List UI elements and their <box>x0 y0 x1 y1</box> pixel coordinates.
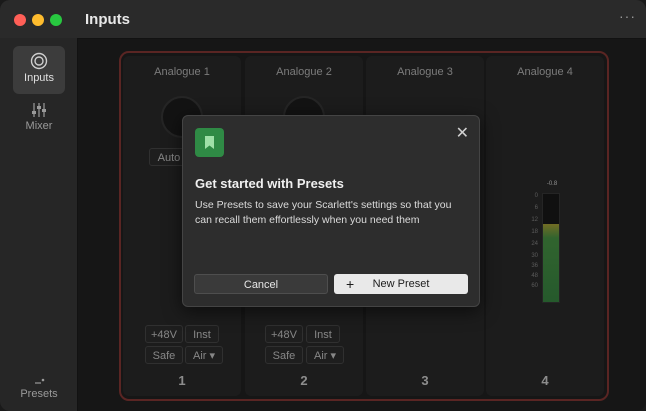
inputs-icon <box>30 52 48 70</box>
sidebar-item-label: Inputs <box>24 72 54 84</box>
app-window: Inputs ··· Inputs Mixer Presets Analogue… <box>0 0 646 411</box>
page-title: Inputs <box>85 11 130 28</box>
sidebar-item-label: Presets <box>20 388 58 400</box>
minimize-window-button[interactable] <box>32 14 44 26</box>
new-preset-label: New Preset <box>372 278 430 290</box>
sidebar-item-inputs[interactable]: Inputs <box>13 46 65 94</box>
mixer-icon <box>32 103 46 117</box>
zoom-window-button[interactable] <box>50 14 62 26</box>
sidebar-item-presets[interactable]: Presets <box>13 370 65 410</box>
new-preset-button[interactable]: + New Preset <box>334 274 468 294</box>
presets-dialog: ✕ Get started with Presets Use Presets t… <box>182 115 480 307</box>
cancel-button[interactable]: Cancel <box>194 274 328 294</box>
more-options-icon[interactable]: ··· <box>619 8 636 24</box>
sidebar-item-label: Mixer <box>25 120 53 132</box>
sidebar: Inputs Mixer Presets <box>0 38 78 411</box>
dialog-title: Get started with Presets <box>195 176 344 191</box>
presets-icon <box>35 378 45 384</box>
plus-icon: + <box>346 276 355 292</box>
close-icon[interactable]: ✕ <box>456 123 469 143</box>
sidebar-item-mixer[interactable]: Mixer <box>13 96 65 144</box>
preset-bookmark-icon <box>195 128 224 157</box>
title-bar: Inputs ··· <box>0 0 646 39</box>
close-window-button[interactable] <box>14 14 26 26</box>
dialog-body: Use Presets to save your Scarlett's sett… <box>195 199 452 226</box>
